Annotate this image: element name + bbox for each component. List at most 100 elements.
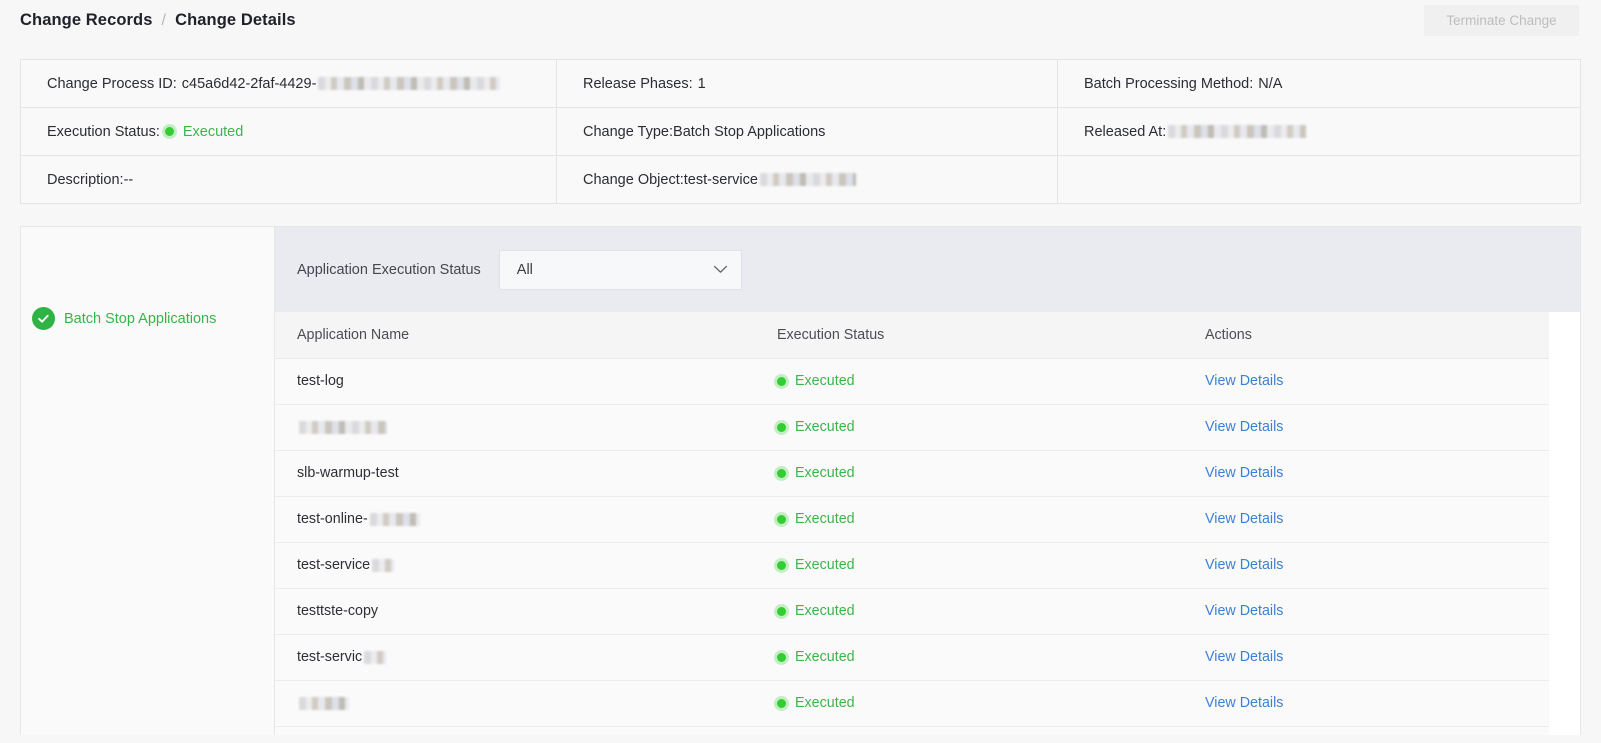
table-row: slb-warmup-test Executed View Details xyxy=(275,450,1549,497)
cell-application-name: test-log xyxy=(275,358,755,405)
filter-toolbar: Application Execution Status All xyxy=(275,227,1580,312)
cell-actions: View Details xyxy=(1183,404,1549,451)
cell-actions: View Details xyxy=(1183,680,1549,727)
status-dot-icon xyxy=(777,376,786,386)
summary-value: N/A xyxy=(1258,75,1283,92)
cell-application-name: testtste-copy xyxy=(275,588,755,635)
redacted-text xyxy=(364,650,387,664)
application-name-value: testtste-copy xyxy=(297,603,379,619)
select-value: All xyxy=(516,261,533,278)
summary-label: Release Phases: xyxy=(583,75,693,92)
status-badge: Executed xyxy=(777,649,1183,665)
view-details-link[interactable]: View Details xyxy=(1205,419,1283,435)
terminate-change-button[interactable]: Terminate Change xyxy=(1424,5,1579,36)
cell-actions: View Details xyxy=(1183,358,1549,405)
top-bar: Change Records / Change Details Terminat… xyxy=(0,0,1601,41)
summary-cell-released-at: Released At: xyxy=(1058,108,1580,155)
change-summary-table: Change Process ID: c45a6d42-2faf-4429- R… xyxy=(20,59,1581,204)
cell-actions: View Details xyxy=(1183,450,1549,497)
status-dot-icon xyxy=(777,468,786,478)
table-row: Executed View Details xyxy=(275,680,1549,727)
summary-cell-change-object: Change Object: test-service xyxy=(557,156,1058,203)
summary-label: Execution Status: xyxy=(47,123,160,140)
cell-application-name: test-online- xyxy=(275,496,755,543)
summary-cell-batch-processing-method: Batch Processing Method: N/A xyxy=(1058,60,1580,107)
view-details-link[interactable]: View Details xyxy=(1205,649,1283,665)
cell-application-name xyxy=(275,726,755,735)
status-badge: Executed xyxy=(777,511,1183,527)
redacted-text xyxy=(369,512,420,526)
status-dot-icon xyxy=(164,127,174,136)
view-details-link[interactable]: View Details xyxy=(1205,511,1283,527)
redacted-text xyxy=(372,558,395,572)
application-name-value: test-servic xyxy=(297,649,363,665)
status-label: Executed xyxy=(795,511,855,527)
summary-label: Change Object: xyxy=(583,171,684,188)
breadcrumb-change-records[interactable]: Change Records xyxy=(20,11,153,30)
cell-application-name: test-service xyxy=(275,542,755,589)
table-row: Executed View Details xyxy=(275,404,1549,451)
cell-application-name: test-servic xyxy=(275,634,755,681)
status-dot-icon xyxy=(777,698,786,708)
cell-execution-status: Executed xyxy=(755,496,1183,543)
cell-execution-status: Executed xyxy=(755,726,1183,735)
view-details-link[interactable]: View Details xyxy=(1205,373,1283,389)
status-badge: Executed xyxy=(777,373,1183,389)
summary-label: Change Type: xyxy=(583,123,674,140)
summary-value: test-service xyxy=(683,171,758,188)
redacted-text xyxy=(299,420,387,434)
cell-actions: View Details xyxy=(1183,726,1549,735)
status-label: Executed xyxy=(795,649,855,665)
status-badge: Executed xyxy=(777,695,1183,711)
table-row: test-log Executed View Details xyxy=(275,358,1549,405)
redacted-text xyxy=(1168,125,1307,138)
table-row: ExecutedView Details xyxy=(275,726,1549,735)
status-label: Executed xyxy=(795,465,855,481)
check-circle-icon xyxy=(32,307,55,330)
summary-value: 1 xyxy=(697,75,706,92)
application-name-value: test-log xyxy=(297,373,344,389)
view-details-link[interactable]: View Details xyxy=(1205,603,1283,619)
application-execution-status-select[interactable]: All xyxy=(498,249,742,290)
table-body: test-log Executed View Details Executed View… xyxy=(275,358,1549,735)
status-label: Executed xyxy=(795,695,855,711)
summary-label: Change Process ID: xyxy=(47,75,177,92)
cell-application-name xyxy=(275,404,755,451)
cell-execution-status: Executed xyxy=(755,542,1183,589)
status-dot-icon xyxy=(777,560,786,570)
summary-value: Batch Stop Applications xyxy=(673,123,826,140)
breadcrumb-change-details: Change Details xyxy=(175,11,296,29)
status-dot-icon xyxy=(777,422,786,432)
change-detail-panel: Batch Stop Applications Application Exec… xyxy=(20,226,1581,735)
application-table-wrapper: Application Name Execution Status Action… xyxy=(275,312,1580,735)
view-details-link[interactable]: View Details xyxy=(1205,695,1283,711)
status-label: Executed xyxy=(795,373,855,389)
cell-execution-status: Executed xyxy=(755,634,1183,681)
status-badge: Executed xyxy=(777,419,1183,435)
summary-row: Description: -- Change Object: test-serv… xyxy=(21,156,1580,204)
status-badge: Executed xyxy=(777,557,1183,573)
summary-cell-change-process-id: Change Process ID: c45a6d42-2faf-4429- xyxy=(21,60,557,107)
redacted-text xyxy=(759,173,856,186)
summary-value: c45a6d42-2faf-4429- xyxy=(181,75,317,92)
view-details-link[interactable]: View Details xyxy=(1205,557,1283,573)
cell-actions: View Details xyxy=(1183,496,1549,543)
chevron-down-icon xyxy=(713,262,728,278)
phase-item-batch-stop-applications[interactable]: Batch Stop Applications xyxy=(21,307,274,330)
summary-label: Batch Processing Method: xyxy=(1084,75,1254,92)
summary-cell-empty xyxy=(1058,156,1580,203)
summary-cell-execution-status: Execution Status: Executed xyxy=(21,108,557,155)
breadcrumb-separator: / xyxy=(161,11,167,29)
cell-execution-status: Executed xyxy=(755,588,1183,635)
view-details-link[interactable]: View Details xyxy=(1205,465,1283,481)
status-dot-icon xyxy=(777,652,786,662)
status-dot-icon xyxy=(777,514,786,524)
table-row: test-online- Executed View Details xyxy=(275,496,1549,543)
column-header-execution-status: Execution Status xyxy=(755,312,1183,359)
table-row: test-servic Executed View Details xyxy=(275,634,1549,681)
summary-value: Executed xyxy=(182,123,244,140)
table-head: Application Name Execution Status Action… xyxy=(275,312,1549,359)
application-execution-table: Application Name Execution Status Action… xyxy=(275,312,1549,735)
status-dot-icon xyxy=(777,606,786,616)
application-name-value: test-service xyxy=(297,557,371,573)
